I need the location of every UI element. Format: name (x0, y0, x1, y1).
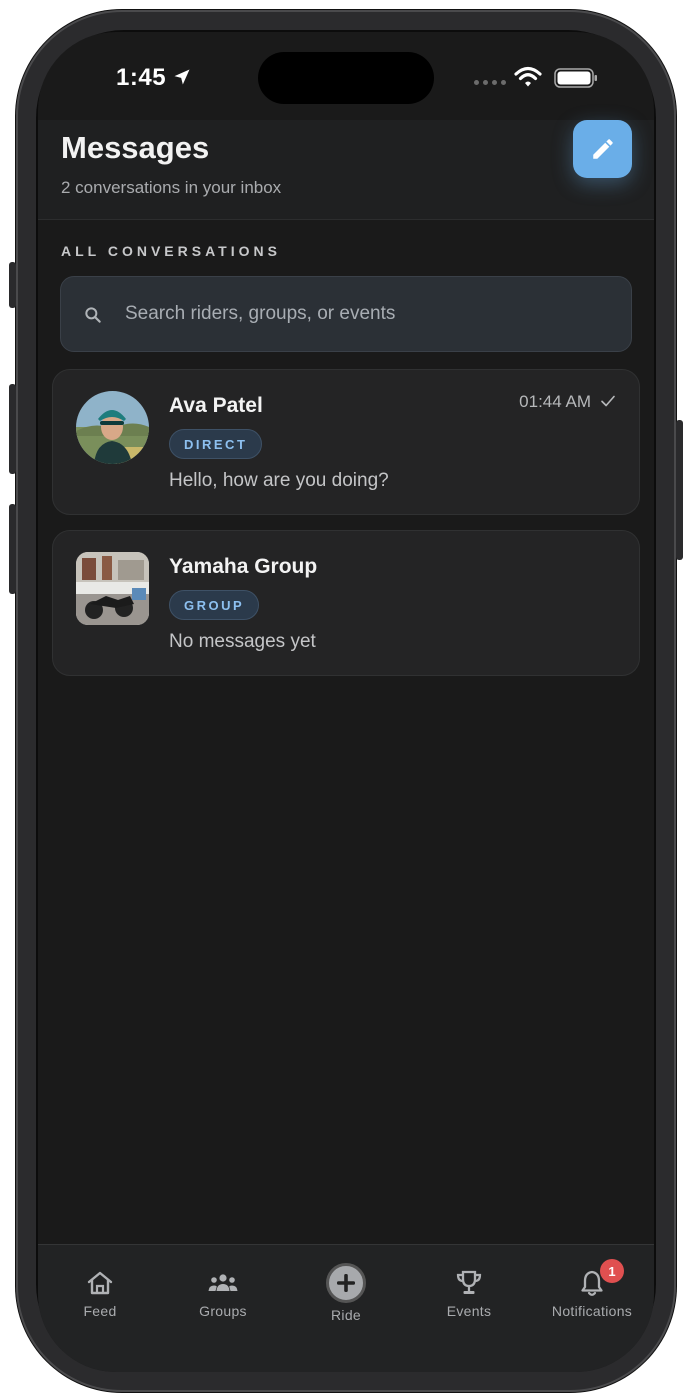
search-input[interactable] (125, 277, 615, 351)
page-subtitle: 2 conversations in your inbox (61, 178, 282, 197)
wifi-icon (514, 66, 542, 87)
tab-label: Ride (331, 1307, 361, 1323)
tab-label: Events (446, 1303, 492, 1319)
power-button (676, 420, 683, 560)
tab-label: Groups (199, 1303, 247, 1319)
pencil-icon (592, 139, 613, 159)
conversation-type-badge: DIRECT (169, 429, 263, 459)
tab-ride[interactable]: Ride (284, 1263, 408, 1323)
tab-label: Feed (83, 1303, 117, 1319)
group-avatar (76, 552, 149, 625)
plus-circle-icon (326, 1263, 366, 1303)
home-icon (87, 1271, 113, 1295)
status-time: 1:45 (116, 64, 167, 91)
volume-down-button (9, 504, 16, 594)
cellular-signal-icon (474, 80, 506, 85)
tab-groups[interactable]: Groups (161, 1267, 285, 1319)
conversation-name: Ava Patel (169, 394, 263, 417)
read-check-icon (601, 395, 615, 407)
tab-notifications[interactable]: 1 Notifications (530, 1259, 654, 1319)
volume-up-button (9, 384, 16, 474)
conversation-type-badge: GROUP (169, 590, 260, 620)
page-title: Messages (61, 130, 210, 165)
bottom-tab-bar: Feed Groups Ride Events 1 Notifications (38, 1244, 654, 1372)
trophy-icon (456, 1270, 482, 1294)
avatar (76, 391, 149, 464)
groups-icon (208, 1274, 238, 1291)
search-bar[interactable] (60, 276, 632, 352)
notification-count-badge: 1 (600, 1259, 624, 1283)
conversation-item-ava-patel[interactable]: Ava Patel 01:44 AM DIRECT Hello, how are… (52, 369, 640, 515)
search-icon (85, 307, 101, 323)
app-screen: 1:45 Messages 2 conversations in your in… (38, 32, 654, 1372)
status-bar: 1:45 (38, 32, 654, 120)
silent-switch (9, 262, 16, 308)
compose-message-button[interactable] (573, 120, 632, 178)
messages-header: Messages 2 conversations in your inbox (38, 120, 654, 220)
location-arrow-icon (174, 69, 190, 85)
tab-events[interactable]: Events (407, 1267, 531, 1319)
tab-feed[interactable]: Feed (38, 1267, 162, 1319)
conversation-preview: No messages yet (169, 631, 316, 652)
conversation-preview: Hello, how are you doing? (169, 470, 389, 491)
tab-label: Notifications (551, 1303, 633, 1319)
conversation-name: Yamaha Group (169, 555, 318, 578)
conversation-time: 01:44 AM (519, 392, 591, 411)
battery-icon (554, 68, 597, 88)
section-label: ALL CONVERSATIONS (61, 243, 281, 259)
conversation-item-yamaha-group[interactable]: Yamaha Group GROUP No messages yet (52, 530, 640, 676)
dynamic-island (258, 52, 434, 104)
